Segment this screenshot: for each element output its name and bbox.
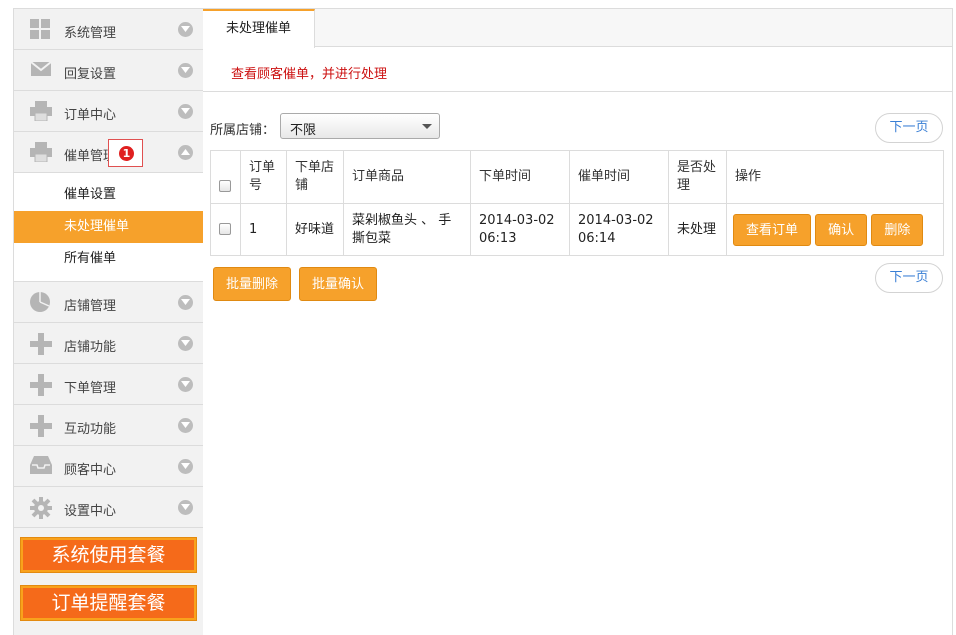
tab-unprocessed[interactable]: 未处理催单 — [203, 9, 315, 48]
plus-icon — [30, 374, 52, 396]
sidebar-item-label: 系统管理 — [64, 26, 117, 41]
gear-icon — [30, 497, 52, 519]
submenu-item-unprocessed[interactable]: 未处理催单 — [14, 211, 203, 243]
printer-icon — [30, 142, 52, 163]
sidebar-item-label: 回复设置 — [64, 67, 117, 82]
plus-icon — [30, 333, 52, 355]
tab-bar: 未处理催单 — [203, 9, 952, 48]
sidebar-item-store-features[interactable]: 店铺功能 — [14, 323, 203, 364]
col-urge-time: 催单时间 — [569, 150, 669, 204]
grid-icon — [30, 19, 52, 39]
page-subtitle: 查看顾客催单，并进行处理 — [231, 67, 388, 82]
confirm-button[interactable]: 确认 — [815, 213, 868, 246]
chevron-down-icon — [178, 459, 193, 474]
cell-store: 好味道 — [286, 203, 344, 256]
cell-actions: 查看订单 确认 删除 — [726, 203, 944, 256]
batch-confirm-button[interactable]: 批量确认 — [299, 267, 378, 301]
row-checkbox[interactable] — [219, 223, 231, 235]
urge-table: 订单号 下单店铺 订单商品 下单时间 催单时间 是否处理 操作 1 好味道 菜剁… — [210, 150, 944, 256]
delete-button[interactable]: 删除 — [871, 213, 924, 246]
main-panel: 未处理催单 查看顾客催单，并进行处理 所属店铺： 不限 下一页 订单号 下单店铺… — [203, 8, 953, 635]
sidebar-item-interaction[interactable]: 互动功能 — [14, 405, 203, 446]
store-filter-label: 所属店铺： — [210, 123, 276, 138]
printer-icon — [30, 101, 52, 122]
divider — [203, 91, 952, 92]
sidebar-item-urge[interactable]: 催单管理 1 — [14, 132, 203, 173]
col-order-id: 订单号 — [240, 150, 287, 204]
select-all-checkbox[interactable] — [219, 179, 231, 192]
sidebar-item-reply[interactable]: 回复设置 — [14, 50, 203, 91]
inbox-icon — [30, 456, 52, 476]
col-store: 下单店铺 — [286, 150, 344, 204]
col-actions: 操作 — [726, 150, 944, 204]
chevron-down-icon — [178, 22, 193, 37]
table-row: 1 好味道 菜剁椒鱼头 、 手撕包菜 2014-03-02 06:13 2014… — [210, 203, 944, 256]
chevron-down-icon — [178, 377, 193, 392]
view-order-button[interactable]: 查看订单 — [733, 213, 812, 246]
col-status: 是否处理 — [668, 150, 727, 204]
batch-delete-button[interactable]: 批量删除 — [213, 267, 292, 301]
sidebar-item-system[interactable]: 系统管理 — [14, 9, 203, 50]
chevron-down-icon — [178, 418, 193, 433]
next-page-button-top[interactable]: 下一页 — [875, 113, 943, 143]
sidebar-item-label: 店铺功能 — [64, 340, 117, 355]
sidebar: 系统管理 回复设置 订单中心 催单管理 1 催单设置 未处理催单 所有催单 店铺… — [13, 8, 204, 635]
table-header-row: 订单号 下单店铺 订单商品 下单时间 催单时间 是否处理 操作 — [210, 150, 944, 204]
envelope-icon — [30, 60, 52, 80]
submenu-item-all-urges[interactable]: 所有催单 — [14, 243, 203, 275]
cell-goods: 菜剁椒鱼头 、 手撕包菜 — [343, 203, 471, 256]
pie-chart-icon — [30, 292, 52, 312]
store-filter-select[interactable]: 不限 — [280, 113, 440, 139]
sidebar-item-label: 订单中心 — [64, 108, 117, 123]
sidebar-item-ordering[interactable]: 下单管理 — [14, 364, 203, 405]
sidebar-item-settings[interactable]: 设置中心 — [14, 487, 203, 528]
col-order-time: 下单时间 — [470, 150, 570, 204]
select-all-cell — [210, 150, 241, 204]
chevron-down-icon — [422, 124, 432, 129]
cell-order-time: 2014-03-02 06:13 — [470, 203, 570, 256]
order-reminder-package-button[interactable]: 订单提醒套餐 — [20, 585, 197, 621]
notification-badge-box: 1 — [108, 139, 143, 167]
sidebar-item-customers[interactable]: 顾客中心 — [14, 446, 203, 487]
chevron-down-icon — [178, 63, 193, 78]
sidebar-item-label: 互动功能 — [64, 422, 117, 437]
urge-submenu: 催单设置 未处理催单 所有催单 — [14, 173, 203, 282]
chevron-down-icon — [178, 104, 193, 119]
cell-status: 未处理 — [668, 203, 727, 256]
chevron-down-icon — [178, 336, 193, 351]
store-filter-value: 不限 — [290, 123, 317, 138]
chevron-up-icon — [178, 145, 193, 160]
plus-icon — [30, 415, 52, 437]
sidebar-item-label: 店铺管理 — [64, 299, 117, 314]
sidebar-item-label: 下单管理 — [64, 381, 117, 396]
row-checkbox-cell — [210, 203, 241, 256]
cell-order-id: 1 — [240, 203, 287, 256]
notification-badge: 1 — [119, 146, 134, 161]
sidebar-item-label: 顾客中心 — [64, 463, 117, 478]
sidebar-item-store[interactable]: 店铺管理 — [14, 282, 203, 323]
next-page-button-bottom[interactable]: 下一页 — [875, 263, 943, 293]
sidebar-item-label: 设置中心 — [64, 504, 117, 519]
cell-urge-time: 2014-03-02 06:14 — [569, 203, 669, 256]
sidebar-item-orders[interactable]: 订单中心 — [14, 91, 203, 132]
submenu-item-urge-settings[interactable]: 催单设置 — [14, 179, 203, 211]
col-goods: 订单商品 — [343, 150, 471, 204]
chevron-down-icon — [178, 500, 193, 515]
chevron-down-icon — [178, 295, 193, 310]
system-package-button[interactable]: 系统使用套餐 — [20, 537, 197, 573]
